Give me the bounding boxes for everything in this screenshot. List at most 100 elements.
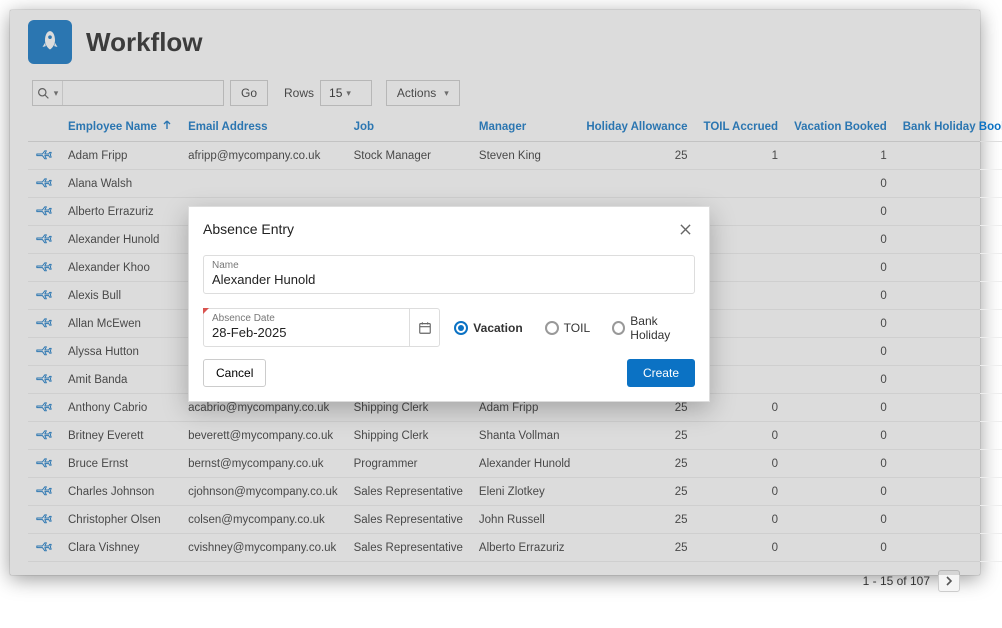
cell-vacation-booked: 0 (786, 422, 895, 450)
cell-bank-booked: 0 (895, 366, 1002, 394)
cell-holiday: 25 (578, 142, 695, 170)
cell-holiday: 25 (578, 534, 695, 562)
cell-job (346, 170, 471, 198)
radio-vacation-label: Vacation (473, 321, 522, 335)
radio-bank-holiday[interactable]: Bank Holiday (612, 314, 695, 342)
modal-close-button[interactable] (675, 219, 695, 239)
actions-button[interactable]: Actions (386, 80, 460, 106)
cell-vacation-booked: 1 (786, 142, 895, 170)
absence-entry-modal: Absence Entry Name Absence Date (188, 206, 710, 402)
sort-asc-icon (160, 121, 172, 133)
cell-bank-booked: 0 (895, 254, 1002, 282)
cell-job: Sales Representative (346, 534, 471, 562)
calendar-icon (418, 321, 432, 335)
cell-bank-booked: 0 (895, 282, 1002, 310)
row-action-button[interactable] (28, 226, 60, 254)
cell-holiday: 25 (578, 478, 695, 506)
app-logo (28, 20, 72, 64)
cell-vacation-booked: 0 (786, 534, 895, 562)
radio-toil-label: TOIL (564, 321, 590, 335)
table-row: Bruce Ernstbernst@mycompany.co.ukProgram… (28, 450, 1002, 478)
cell-job: Sales Representative (346, 478, 471, 506)
cell-vacation-booked: 0 (786, 198, 895, 226)
pager: 1 - 15 of 107 (10, 562, 980, 600)
page-title: Workflow (86, 27, 203, 58)
create-button[interactable]: Create (627, 359, 695, 387)
absence-date-field: Absence Date (203, 308, 440, 347)
rows-select[interactable]: 15 (320, 80, 372, 106)
col-vacation-booked[interactable]: Vacation Booked (786, 112, 895, 142)
cell-holiday: 25 (578, 422, 695, 450)
cell-email: beverett@mycompany.co.uk (180, 422, 346, 450)
search-box (32, 80, 224, 106)
rows-value: 15 (329, 86, 342, 100)
col-job[interactable]: Job (346, 112, 471, 142)
name-input[interactable] (212, 271, 686, 287)
cell-email: bernst@mycompany.co.uk (180, 450, 346, 478)
table-row: Christopher Olsencolsen@mycompany.co.ukS… (28, 506, 1002, 534)
col-email[interactable]: Email Address (180, 112, 346, 142)
row-action-button[interactable] (28, 310, 60, 338)
search-input[interactable] (63, 82, 223, 104)
cell-employee: Charles Johnson (60, 478, 180, 506)
pager-next-button[interactable] (938, 570, 960, 592)
cell-vacation-booked: 0 (786, 282, 895, 310)
cell-employee: Anthony Cabrio (60, 394, 180, 422)
row-action-button[interactable] (28, 478, 60, 506)
row-action-button[interactable] (28, 142, 60, 170)
cell-holiday: 25 (578, 450, 695, 478)
col-toil-accrued[interactable]: TOIL Accrued (696, 112, 787, 142)
radio-toil[interactable]: TOIL (545, 321, 590, 335)
chevron-right-icon (944, 576, 954, 586)
cell-email: cjohnson@mycompany.co.uk (180, 478, 346, 506)
cell-bank-booked: 0 (895, 450, 1002, 478)
cell-employee: Alyssa Hutton (60, 338, 180, 366)
cell-bank-booked: 0 (895, 506, 1002, 534)
cell-vacation-booked: 0 (786, 394, 895, 422)
col-holiday[interactable]: Holiday Allowance (578, 112, 695, 142)
row-action-button[interactable] (28, 534, 60, 562)
absence-date-input[interactable] (212, 324, 401, 340)
absence-date-label: Absence Date (212, 313, 401, 324)
row-action-button[interactable] (28, 394, 60, 422)
rocket-icon (40, 30, 60, 54)
name-field-wrapper: Name (203, 255, 695, 294)
row-action-button[interactable] (28, 366, 60, 394)
row-action-button[interactable] (28, 198, 60, 226)
col-bank-holiday-booked[interactable]: Bank Holiday Booked (895, 112, 1002, 142)
radio-vacation[interactable]: Vacation (454, 321, 522, 335)
cancel-button[interactable]: Cancel (203, 359, 266, 387)
cell-email: afripp@mycompany.co.uk (180, 142, 346, 170)
cell-manager: Steven King (471, 142, 578, 170)
cell-employee: Allan McEwen (60, 310, 180, 338)
cell-manager: Alberto Errazuriz (471, 534, 578, 562)
row-action-button[interactable] (28, 422, 60, 450)
cell-toil-accrued: 0 (696, 506, 787, 534)
col-employee[interactable]: Employee Name (60, 112, 180, 142)
cell-vacation-booked: 0 (786, 226, 895, 254)
row-action-button[interactable] (28, 170, 60, 198)
search-icon (37, 87, 50, 100)
pager-range: 1 - 15 of 107 (863, 574, 930, 588)
go-button[interactable]: Go (230, 80, 268, 106)
cell-bank-booked: 0 (895, 310, 1002, 338)
row-action-button[interactable] (28, 338, 60, 366)
cell-manager: Alexander Hunold (471, 450, 578, 478)
col-icon (28, 112, 60, 142)
page-header: Workflow (10, 10, 980, 74)
search-menu-button[interactable] (33, 81, 63, 105)
cell-employee: Alexander Khoo (60, 254, 180, 282)
row-action-button[interactable] (28, 506, 60, 534)
col-manager[interactable]: Manager (471, 112, 578, 142)
table-row: Britney Everettbeverett@mycompany.co.ukS… (28, 422, 1002, 450)
row-action-button[interactable] (28, 450, 60, 478)
row-action-button[interactable] (28, 254, 60, 282)
row-action-button[interactable] (28, 282, 60, 310)
date-picker-button[interactable] (409, 309, 439, 346)
cell-vacation-booked: 0 (786, 254, 895, 282)
cell-employee: Amit Banda (60, 366, 180, 394)
cell-toil-accrued (696, 170, 787, 198)
radio-dot-icon (545, 321, 559, 335)
cell-job: Stock Manager (346, 142, 471, 170)
table-row: Alana Walsh010 (28, 170, 1002, 198)
